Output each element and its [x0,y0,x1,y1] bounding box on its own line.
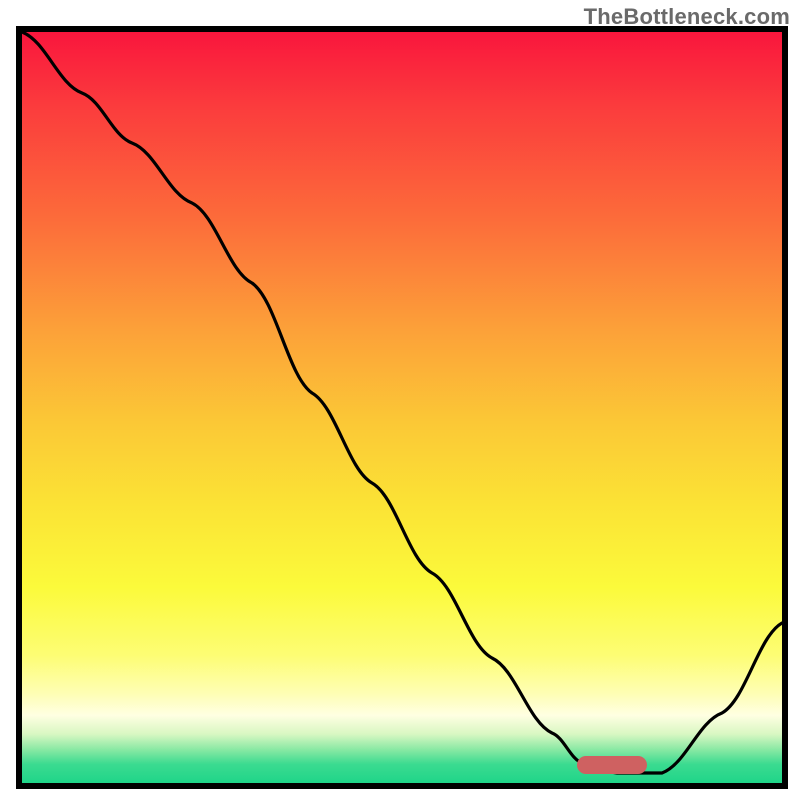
optimal-marker [577,756,647,774]
chart-frame [16,26,788,789]
watermark-text: TheBottleneck.com [584,4,790,30]
chart-curve [22,32,782,783]
